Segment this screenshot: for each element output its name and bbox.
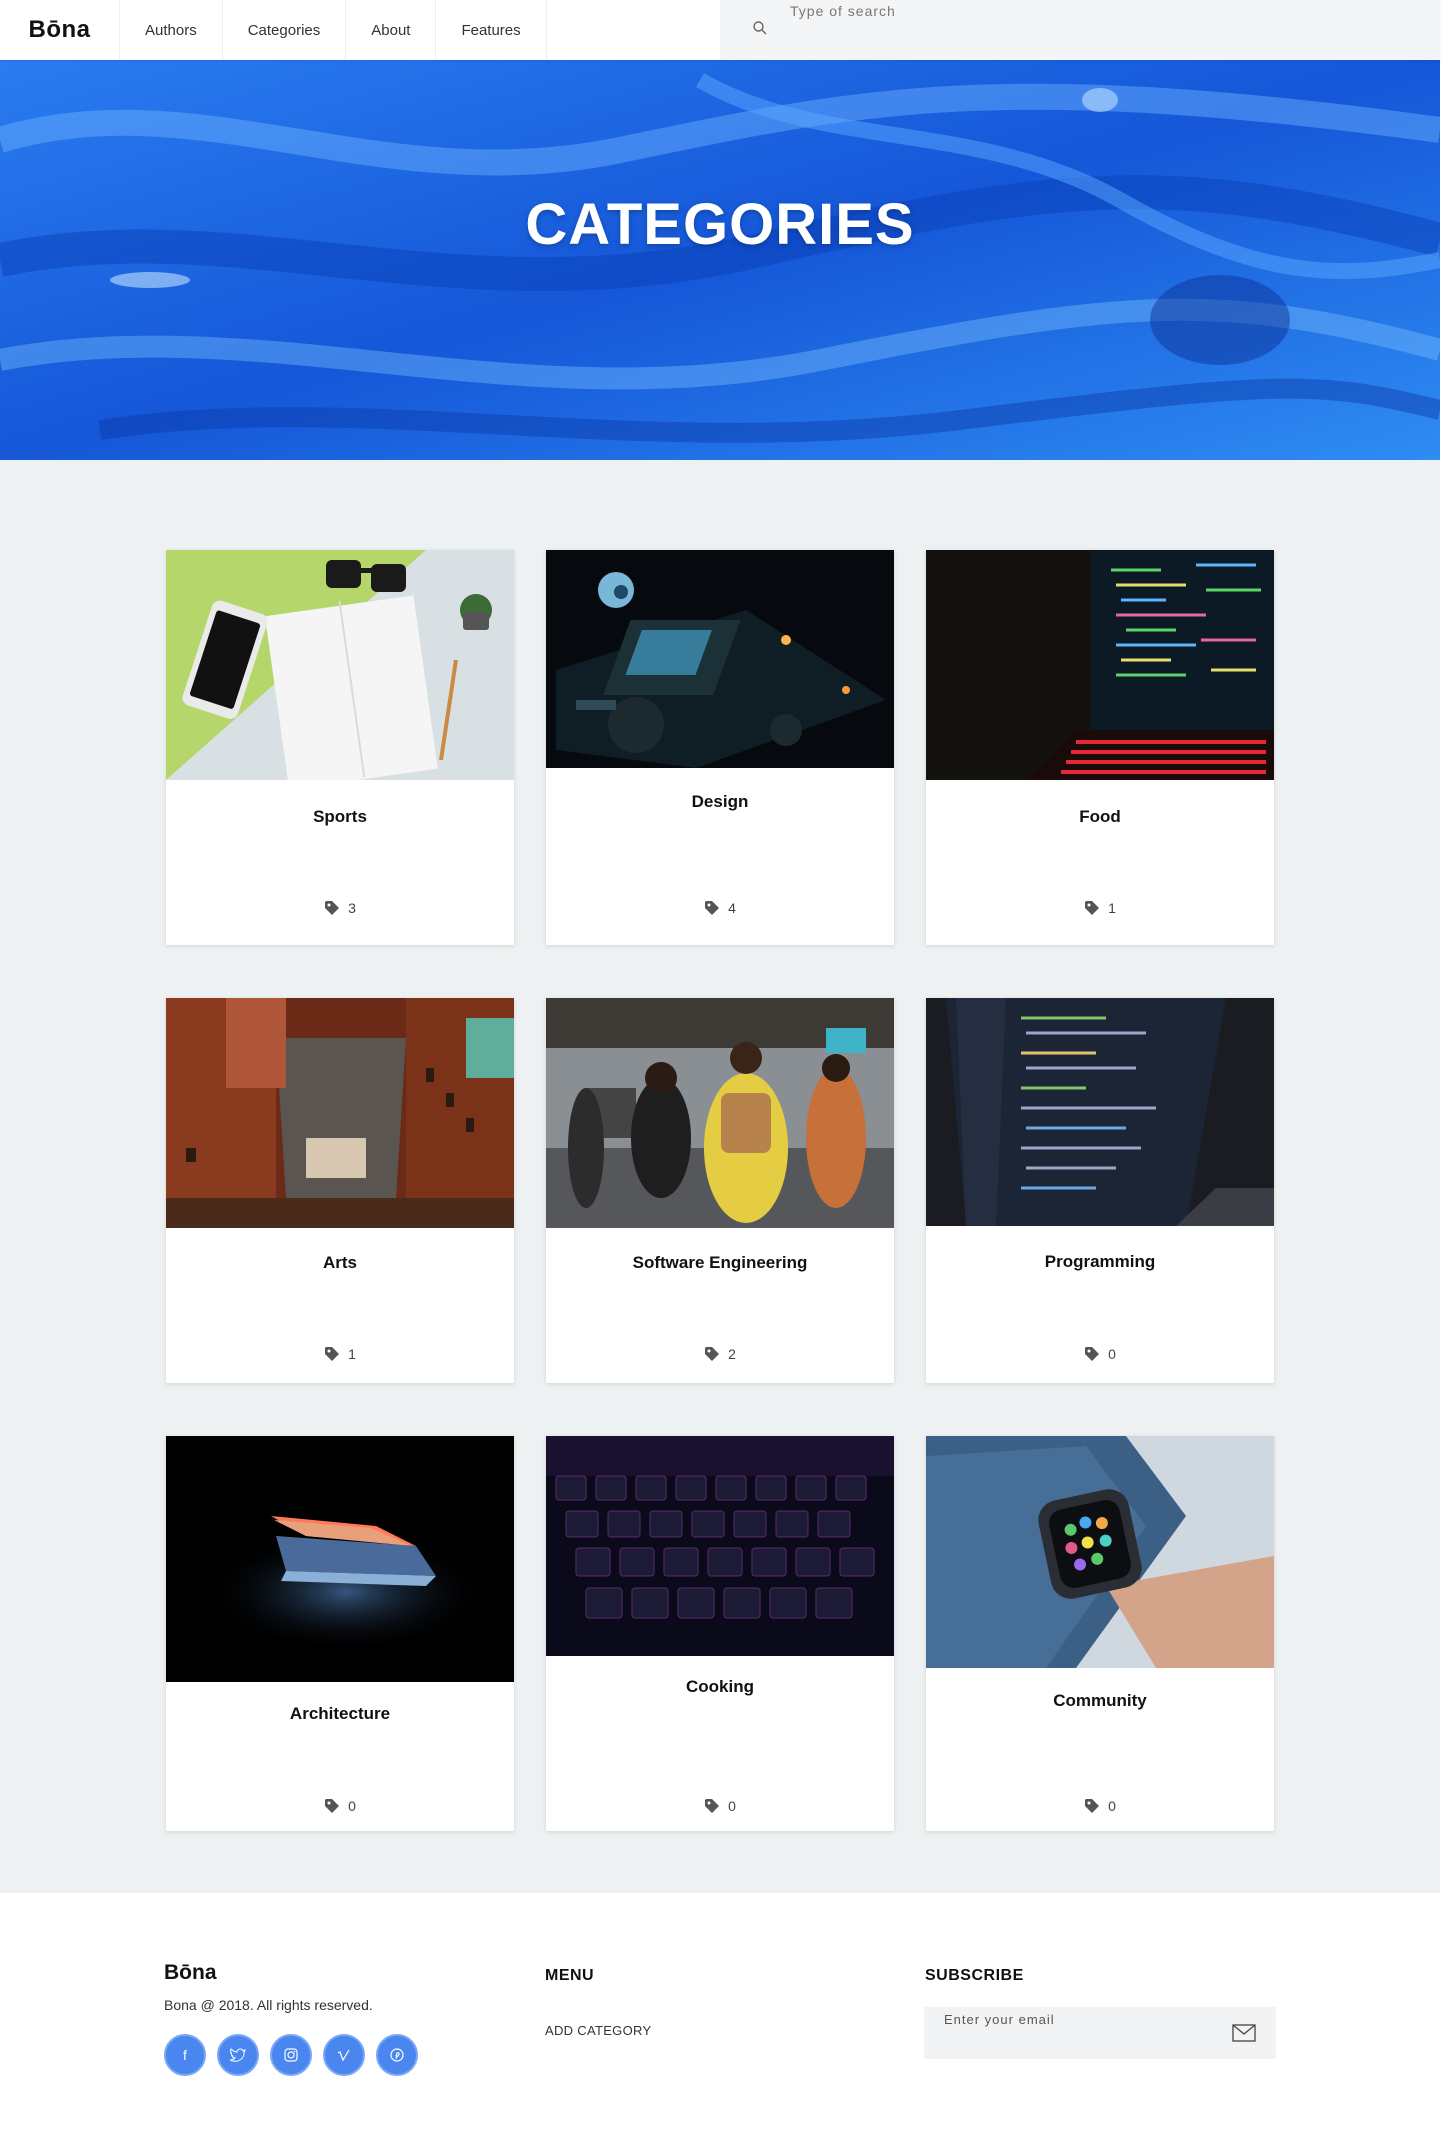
category-card[interactable]: Cooking 0 [546, 1436, 894, 1831]
post-count: 1 [166, 1346, 514, 1362]
card-title[interactable]: Architecture [166, 1704, 514, 1724]
card-title[interactable]: Software Engineering [546, 1253, 894, 1273]
tag-icon [705, 1799, 720, 1813]
twitter-icon[interactable] [217, 2034, 259, 2076]
category-card[interactable]: Sports 3 [166, 550, 514, 945]
tag-icon [325, 1347, 340, 1361]
category-card[interactable]: Community 0 [926, 1436, 1274, 1831]
post-count: 0 [926, 1346, 1274, 1362]
email-field[interactable] [944, 2007, 1224, 2031]
site-logo[interactable]: Bōna [0, 0, 120, 60]
instagram-icon[interactable] [270, 2034, 312, 2076]
card-title[interactable]: Design [546, 792, 894, 812]
copyright-text: Bona @ 2018. All rights reserved. [164, 1997, 373, 2013]
card-image [546, 550, 894, 768]
post-count-value: 1 [1108, 900, 1116, 916]
tag-icon [325, 901, 340, 915]
categories-section: Sports 3 Design 4 Food 1 Arts 1 Software… [0, 460, 1440, 1893]
card-image [546, 1436, 894, 1656]
card-title[interactable]: Arts [166, 1253, 514, 1273]
category-card[interactable]: Food 1 [926, 550, 1274, 945]
hero-banner: CATEGORIES [0, 60, 1440, 460]
subscribe-form [924, 2007, 1276, 2059]
tag-icon [1085, 1799, 1100, 1813]
nav-item-features[interactable]: Features [436, 0, 547, 60]
tag-icon [705, 901, 720, 915]
card-image [546, 998, 894, 1228]
post-count-value: 0 [728, 1798, 736, 1814]
card-image [926, 550, 1274, 780]
post-count: 0 [926, 1798, 1274, 1814]
post-count: 0 [546, 1798, 894, 1814]
facebook-icon[interactable]: f [164, 2034, 206, 2076]
card-image [166, 1436, 514, 1682]
post-count-value: 0 [348, 1798, 356, 1814]
social-links: f [164, 2034, 418, 2076]
vimeo-icon[interactable] [323, 2034, 365, 2076]
card-title[interactable]: Programming [926, 1252, 1274, 1272]
tag-icon [325, 1799, 340, 1813]
post-count: 0 [166, 1798, 514, 1814]
category-card[interactable]: Arts 1 [166, 998, 514, 1383]
post-count-value: 3 [348, 900, 356, 916]
category-card[interactable]: Design 4 [546, 550, 894, 945]
search-icon[interactable] [752, 20, 768, 36]
post-count: 3 [166, 900, 514, 916]
mail-icon[interactable] [1232, 2024, 1256, 2042]
tag-icon [705, 1347, 720, 1361]
card-image [166, 550, 514, 780]
post-count: 4 [546, 900, 894, 916]
category-card[interactable]: Programming 0 [926, 998, 1274, 1383]
subscribe-heading: SUBSCRIBE [925, 1967, 1024, 1984]
card-title[interactable]: Community [926, 1691, 1274, 1711]
tag-icon [1085, 1347, 1100, 1361]
post-count: 1 [926, 900, 1274, 916]
footer: Bōna Bona @ 2018. All rights reserved. f… [0, 1893, 1440, 2150]
card-title[interactable]: Food [926, 807, 1274, 827]
top-navbar: Bōna Authors Categories About Features [0, 0, 1440, 60]
nav-item-authors[interactable]: Authors [120, 0, 223, 60]
menu-heading: MENU [545, 1967, 595, 1984]
card-image [926, 1436, 1274, 1668]
add-category-link[interactable]: ADD CATEGORY [545, 2023, 651, 2038]
search-box [720, 0, 1440, 60]
post-count-value: 0 [1108, 1798, 1116, 1814]
category-card[interactable]: Architecture 0 [166, 1436, 514, 1831]
nav-item-categories[interactable]: Categories [223, 0, 347, 60]
footer-logo[interactable]: Bōna [164, 1961, 217, 1985]
card-image [166, 998, 514, 1228]
pinterest-icon[interactable] [376, 2034, 418, 2076]
category-card[interactable]: Software Engineering 2 [546, 998, 894, 1383]
hero-title: CATEGORIES [525, 191, 915, 257]
nav-item-about[interactable]: About [346, 0, 437, 60]
search-input[interactable] [790, 0, 1390, 22]
card-title[interactable]: Sports [166, 807, 514, 827]
post-count-value: 4 [728, 900, 736, 916]
card-title[interactable]: Cooking [546, 1677, 894, 1697]
tag-icon [1085, 901, 1100, 915]
page-edge [1440, 0, 1455, 2150]
card-image [926, 998, 1274, 1226]
post-count: 2 [546, 1346, 894, 1362]
post-count-value: 2 [728, 1346, 736, 1362]
post-count-value: 0 [1108, 1346, 1116, 1362]
post-count-value: 1 [348, 1346, 356, 1362]
